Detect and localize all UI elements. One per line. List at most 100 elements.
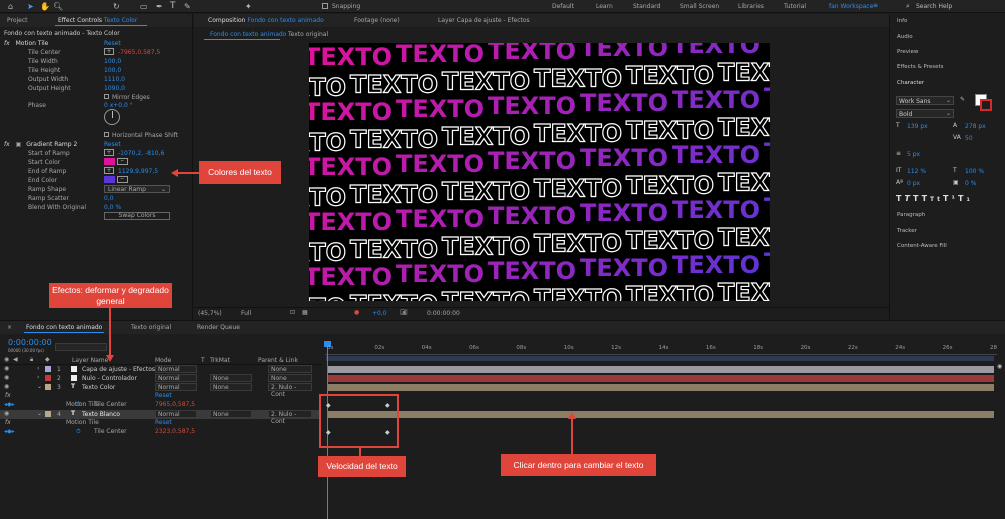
start-of-ramp-value[interactable]: -1070,2, -810,6 <box>118 150 164 157</box>
layer-name[interactable]: Capa de ajuste - Efectos <box>82 366 155 373</box>
tab-timeline-active[interactable]: Fondo con texto animado <box>26 324 102 331</box>
layer-2-track[interactable] <box>328 375 994 382</box>
stroke-width-value[interactable]: 5 px <box>907 151 920 158</box>
layer-row-4[interactable]: ◉ ⌄ 4 T Texto Blanco Normal None 2. Nulo… <box>0 410 320 425</box>
trkmat-dropdown[interactable]: None <box>210 374 252 382</box>
column-t[interactable]: T <box>201 357 205 364</box>
faux-italic-button[interactable]: T <box>904 194 912 203</box>
visibility-icon[interactable]: ◉ <box>4 374 9 381</box>
subscript-button[interactable]: T₁ <box>958 194 973 203</box>
subtab-other[interactable]: Texto original <box>288 31 328 38</box>
stopwatch-icon[interactable]: ⏱ <box>76 428 81 436</box>
ramp-scatter-value[interactable]: 0,0 <box>104 195 114 202</box>
superscript-button[interactable]: T¹ <box>943 194 958 203</box>
parent-dropdown[interactable]: 2. Nulo - Cont <box>268 410 312 425</box>
column-mode[interactable]: Mode <box>155 357 171 364</box>
pen-tool-icon[interactable]: ✒ <box>156 2 163 11</box>
layer-4-track[interactable] <box>328 411 994 418</box>
visibility-icon[interactable]: ◉ <box>4 410 9 417</box>
crosshair-icon[interactable]: + <box>104 48 114 55</box>
crosshair-icon[interactable]: + <box>104 167 114 174</box>
ramp-shape-dropdown[interactable]: Linear Ramp ⌄ <box>104 185 170 193</box>
composition-timecode[interactable]: 0:00:00:00 <box>427 310 460 317</box>
panel-content-aware-fill[interactable]: Content-Aware Fill <box>897 243 947 249</box>
mode-dropdown[interactable]: Normal <box>155 365 197 373</box>
search-help-field[interactable]: Search Help <box>916 3 952 10</box>
hand-tool-icon[interactable]: ✋ <box>40 2 50 11</box>
effects-reset[interactable]: Reset <box>155 419 172 426</box>
tab-effect-controls[interactable]: Effect Controls Texto Color <box>58 17 137 24</box>
parent-dropdown[interactable]: None <box>268 374 312 382</box>
fx-icon[interactable]: fx <box>4 40 10 47</box>
tab-composition[interactable]: Composition Fondo con texto animado <box>208 17 324 24</box>
layer-label-color[interactable] <box>45 375 51 381</box>
twirl-icon[interactable]: › <box>37 374 39 381</box>
visibility-icon[interactable]: ◉ <box>4 383 9 390</box>
workspace-learn[interactable]: Learn <box>596 3 613 10</box>
search-icon[interactable]: ⌕ <box>906 2 910 11</box>
end-of-ramp-value[interactable]: 1129,9,997,5 <box>118 168 158 175</box>
keyframe-nav-icon[interactable]: ◂◆▸ <box>4 401 15 408</box>
zoom-tool-icon[interactable]: 🔍︎ <box>53 2 63 11</box>
trkmat-dropdown[interactable]: None <box>210 383 252 391</box>
gradient-ramp-header[interactable]: fx ▣ Gradient Ramp 2 <box>4 141 77 148</box>
horizontal-phase-shift-checkbox[interactable] <box>104 132 109 137</box>
tile-height-value[interactable]: 100,0 <box>104 67 121 74</box>
motion-tile-header[interactable]: fx Motion Tile <box>4 40 48 47</box>
fx-icon[interactable]: fx <box>4 141 10 148</box>
baseline-shift-value[interactable]: 0 px <box>907 180 920 187</box>
region-of-interest-icon[interactable]: ⊡ <box>290 309 295 316</box>
twirl-icon[interactable]: › <box>37 365 39 372</box>
selection-tool-icon[interactable]: ➤ <box>27 2 34 11</box>
composition-canvas[interactable]: TEXTOTEXTOTEXTOTEXTOTEXTOTEXTOTEXTOTEXTO… <box>309 43 770 301</box>
tile-center-value[interactable]: -7965,0,587,5 <box>118 49 160 56</box>
puppet-tool-icon[interactable]: ✦ <box>245 2 252 11</box>
column-parent[interactable]: Parent & Link <box>258 357 298 364</box>
panel-effects-presets[interactable]: Effects & Presets <box>897 64 944 70</box>
font-size-value[interactable]: 139 px <box>907 123 928 130</box>
panel-audio[interactable]: Audio <box>897 34 913 40</box>
workspace-tutorial[interactable]: Tutorial <box>784 3 806 10</box>
effects-reset[interactable]: Reset <box>155 392 172 399</box>
tile-width-value[interactable]: 100,0 <box>104 58 121 65</box>
eyedropper-icon[interactable]: ⌐ <box>117 176 128 183</box>
layer-3-track[interactable] <box>328 384 994 391</box>
workspace-default[interactable]: Default <box>552 3 574 10</box>
color-channel-icon[interactable]: ● <box>354 309 359 316</box>
panel-preview[interactable]: Preview <box>897 49 918 55</box>
subtab-active[interactable]: Fondo con texto animado <box>206 31 290 38</box>
tab-project[interactable]: Project <box>7 17 28 24</box>
font-style-dropdown[interactable]: Bold ⌄ <box>896 109 954 118</box>
tsume-value[interactable]: 0 % <box>965 180 976 187</box>
home-icon[interactable]: ⌂ <box>8 2 13 11</box>
zoom-dropdown[interactable]: (45,7%) <box>198 310 222 317</box>
all-caps-button[interactable]: TT <box>913 194 930 203</box>
layer-row-2[interactable]: ◉ › 2 Nulo - Controlador Normal None Non… <box>0 374 320 383</box>
leading-value[interactable]: 278 px <box>965 123 986 130</box>
output-width-value[interactable]: 1110,0 <box>104 76 125 83</box>
eyedropper-icon[interactable]: ✎ <box>960 96 965 103</box>
twirl-icon[interactable]: ⌄ <box>37 383 42 390</box>
horizontal-scale-value[interactable]: 100 % <box>965 168 984 175</box>
output-height-value[interactable]: 1090,0 <box>104 85 125 92</box>
layer-name[interactable]: Nulo - Controlador <box>82 375 137 382</box>
font-family-dropdown[interactable]: Work Sans ⌄ <box>896 96 954 105</box>
visibility-icon[interactable]: ◉ <box>4 365 9 372</box>
mode-dropdown[interactable]: Normal <box>155 374 197 382</box>
workspace-standard[interactable]: Standard <box>633 3 660 10</box>
workspace-active[interactable]: fan Workspace <box>829 3 873 10</box>
layer-1-track[interactable] <box>328 366 994 373</box>
stopwatch-icon[interactable]: ⏱ <box>76 401 81 409</box>
mode-dropdown[interactable]: Normal <box>155 410 197 418</box>
layer-label-color[interactable] <box>45 366 51 372</box>
timeline-search-field[interactable] <box>55 343 107 351</box>
column-layer-name[interactable]: Layer Name <box>72 357 108 364</box>
rectangle-tool-icon[interactable]: ▭ <box>140 2 148 11</box>
snapping-checkbox[interactable] <box>322 3 328 9</box>
workspace-small-screen[interactable]: Small Screen <box>680 3 719 10</box>
timeline-timecode[interactable]: 0:00:00:00 <box>8 338 52 347</box>
exposure-value[interactable]: +0,0 <box>372 310 387 317</box>
keyframe-nav-icon[interactable]: ◂◆▸ <box>4 428 15 435</box>
tab-render-queue[interactable]: Render Queue <box>197 324 240 331</box>
tile-center-subrow-value[interactable]: 2323,0,587,5 <box>155 428 195 435</box>
